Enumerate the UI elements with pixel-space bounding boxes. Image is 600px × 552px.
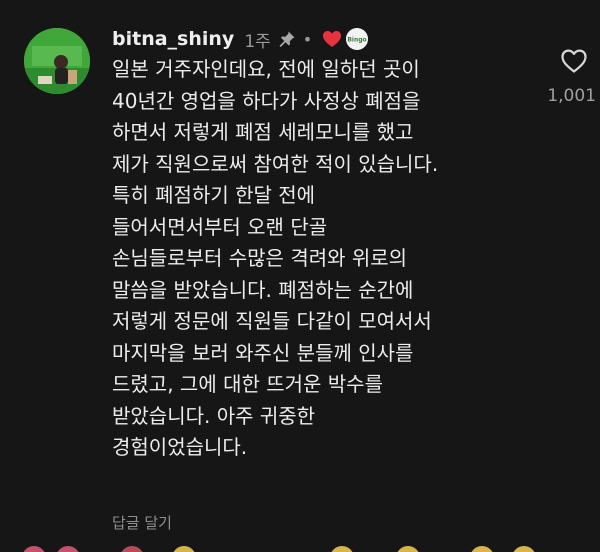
reply-button[interactable]: 답글 달기 — [112, 512, 172, 533]
comment-line: 받았습니다. 아주 귀중한 — [112, 403, 316, 428]
emoji-peek — [120, 546, 144, 552]
timestamp: 1주 — [244, 31, 271, 52]
comment-line: 40년간 영업을 하다가 사정상 폐점을 — [112, 88, 421, 113]
avatar[interactable] — [24, 28, 90, 94]
comment-line: 말씀을 받았습니다. 폐점하는 순간에 — [112, 277, 414, 302]
separator-dot: • — [302, 29, 313, 49]
comment-line: 일본 거주자인데요, 전에 일하던 곳이 — [112, 57, 420, 81]
heart-icon — [322, 30, 342, 48]
like-button[interactable] — [560, 48, 588, 74]
comment-line: 특히 폐점하기 한달 전에 — [112, 183, 316, 207]
username[interactable]: bitna_shiny — [112, 28, 234, 50]
emoji-peek — [56, 546, 80, 552]
creator-badge-text: Bingo — [348, 37, 367, 44]
emoji-peek — [330, 546, 354, 552]
comment-line: 들어서면서부터 오랜 단골 — [112, 214, 328, 239]
heart-outline-icon — [561, 49, 587, 73]
pin-icon — [278, 30, 296, 48]
comment-item: bitna_shiny 1주 • Bingo 일본 거주자인데요, 전에 일하던… — [0, 0, 600, 552]
emoji-peek — [396, 546, 420, 552]
comment-body: 일본 거주자인데요, 전에 일하던 곳이 40년간 영업을 하다가 사정상 폐점… — [112, 54, 522, 464]
creator-avatar-badge: Bingo — [346, 28, 369, 50]
comment-line: 드렸고, 그에 대한 뜨거운 박수를 — [112, 372, 383, 396]
emoji-peek — [22, 546, 46, 552]
emoji-peek — [512, 546, 536, 552]
comment-line: 저렇게 정문에 직원들 다같이 모여서서 — [112, 309, 432, 333]
comment-line: 마지막을 보러 와주신 분들께 인사를 — [112, 340, 414, 365]
emoji-peek — [470, 546, 494, 552]
comment-header: bitna_shiny 1주 • Bingo — [112, 24, 369, 54]
comment-line: 하면서 저렇게 폐점 세레모니를 했고 — [112, 120, 414, 144]
comment-line: 경험이었습니다. — [112, 435, 248, 459]
comment-line: 손님들로부터 수많은 격려와 위로의 — [112, 246, 408, 270]
like-count: 1,001 — [547, 86, 596, 106]
avatar-image — [24, 28, 90, 94]
emoji-peek — [172, 546, 196, 552]
next-comment-peek — [0, 544, 600, 552]
comment-line: 제가 직원으로써 참여한 적이 있습니다. — [112, 151, 439, 176]
